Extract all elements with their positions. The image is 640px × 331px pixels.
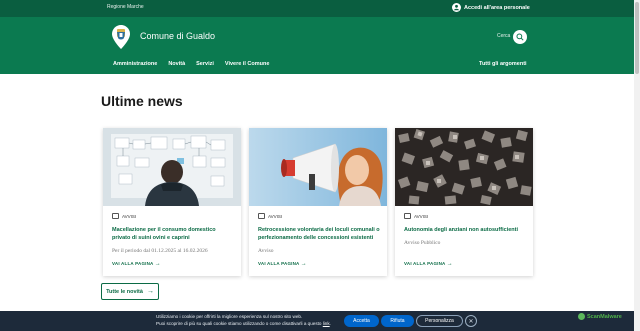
news-title[interactable]: Autonomia degli anziani non autosufficie… [404,226,526,234]
search-icon [516,33,524,41]
calendar-icon [112,213,119,219]
all-news-label: Tutte le novità [106,288,143,295]
category-label: AVVISI [404,213,428,219]
reject-cookies-button[interactable]: Rifiuta [381,315,414,327]
category-label: AVVISI [112,213,136,219]
category-text: AVVISI [414,213,429,219]
arrow-right-icon: → [146,288,154,295]
all-news-button[interactable]: Tutte le novità → [101,283,159,300]
login-link[interactable]: Accedi all'area personale [452,3,530,12]
arrow-right-icon: → [446,261,453,267]
scrollbar[interactable] [634,0,640,331]
section-title: Ultime news [101,93,183,109]
close-icon[interactable]: ✕ [465,315,477,327]
search-button[interactable] [513,30,527,44]
nav-item-servizi[interactable]: Servizi [196,61,214,67]
main-nav: Amministrazione Novità Servizi Vivere il… [113,61,269,67]
region-link[interactable]: Regione Marche [107,4,144,10]
coat-of-arms-logo[interactable] [112,25,130,54]
read-more-link[interactable]: VAI ALLA PAGINA → [404,261,453,267]
news-title[interactable]: Macellazione per il consumo domestico pr… [112,226,234,242]
calendar-icon [404,213,411,219]
watermark-logo-icon [578,313,585,320]
nav-item-vivere-il-comune[interactable]: Vivere il Comune [225,61,270,67]
search-label: Cerca [497,33,511,39]
all-topics-link[interactable]: Tutti gli argomenti [479,61,527,67]
read-more-link[interactable]: VAI ALLA PAGINA → [112,261,161,267]
scrollbar-thumb[interactable] [635,2,639,74]
read-more-label: VAI ALLA PAGINA [112,261,154,266]
arrow-right-icon: → [300,261,307,267]
top-bar: Regione Marche Accedi all'area personale [0,0,634,17]
read-more-link[interactable]: VAI ALLA PAGINA → [258,261,307,267]
news-meta: Avviso Pubblico [404,240,441,246]
nav-item-novita[interactable]: Novità [168,61,185,67]
news-title[interactable]: Retrocessione volontaria dei loculi comu… [258,226,380,242]
news-image-letters [395,128,533,206]
customize-cookies-button[interactable]: Personalizza [416,315,463,327]
login-label: Accedi all'area personale [464,4,530,11]
cookie-text: Utilizziamo i cookie per offrirti la mig… [156,314,331,327]
watermark-text: ScanMalware [587,313,622,320]
news-image-whiteboard [103,128,241,206]
read-more-label: VAI ALLA PAGINA [258,261,300,266]
user-icon [452,3,461,12]
arrow-right-icon: → [154,261,161,267]
cookie-link[interactable]: link [323,321,330,326]
cookie-banner: Utilizziamo i cookie per offrirti la mig… [0,311,634,331]
news-card[interactable]: AVVISI Retrocessione volontaria dei locu… [249,128,387,276]
site-header: Comune di Gualdo Cerca Amministrazione N… [0,17,634,74]
category-text: AVVISI [122,213,137,219]
site-name[interactable]: Comune di Gualdo [140,31,215,41]
calendar-icon [258,213,265,219]
cookie-line-2-text: Puoi scoprire di più su quali cookie sti… [156,320,322,326]
cookie-line-2: Puoi scoprire di più su quali cookie sti… [156,320,331,326]
news-card[interactable]: AVVISI Autonomia degli anziani non autos… [395,128,533,276]
watermark: ScanMalware [578,313,622,320]
news-image-megaphone [249,128,387,206]
accept-cookies-button[interactable]: Accetta [344,315,379,327]
news-card[interactable]: AVVISI Macellazione per il consumo domes… [103,128,241,276]
read-more-label: VAI ALLA PAGINA [404,261,446,266]
news-meta: Avviso [258,248,274,254]
nav-item-amministrazione[interactable]: Amministrazione [113,61,157,67]
news-meta: Per il periodo dal 01.12.2025 al 16.02.2… [112,248,208,254]
category-label: AVVISI [258,213,282,219]
category-text: AVVISI [268,213,283,219]
